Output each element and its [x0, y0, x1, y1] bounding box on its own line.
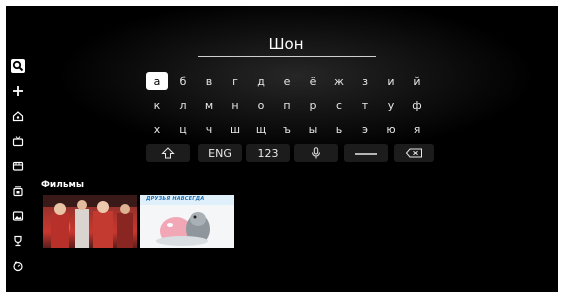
voice-key[interactable]: [294, 144, 338, 162]
shift-icon: [161, 147, 175, 159]
movie-poster-1[interactable]: [43, 195, 137, 248]
section-title-movies: Фильмы: [41, 180, 85, 190]
movie-poster-2[interactable]: ДРУЗЬЯ НАВСЕГДА: [140, 195, 234, 248]
key[interactable]: ю: [380, 120, 402, 138]
collections-icon[interactable]: [11, 184, 25, 198]
key[interactable]: н: [224, 96, 246, 114]
sidebar: [6, 6, 36, 292]
movie-poster-image: [43, 195, 137, 248]
key[interactable]: ь: [328, 120, 350, 138]
search-underline: [198, 56, 376, 57]
key[interactable]: э: [354, 120, 376, 138]
space-key[interactable]: [344, 144, 388, 162]
key[interactable]: л: [172, 96, 194, 114]
key[interactable]: р: [302, 96, 324, 114]
tv-icon[interactable]: [11, 134, 25, 148]
backspace-key[interactable]: [394, 144, 434, 162]
key[interactable]: ч: [198, 120, 220, 138]
key[interactable]: ф: [406, 96, 428, 114]
key[interactable]: ц: [172, 120, 194, 138]
language-key[interactable]: ENG: [198, 144, 242, 162]
key[interactable]: т: [354, 96, 376, 114]
key[interactable]: д: [250, 72, 272, 90]
trophy-icon[interactable]: [11, 234, 25, 248]
key[interactable]: о: [250, 96, 272, 114]
key[interactable]: с: [328, 96, 350, 114]
picture-icon[interactable]: [11, 209, 25, 223]
numbers-key[interactable]: 123: [246, 144, 290, 162]
key[interactable]: п: [276, 96, 298, 114]
search-icon[interactable]: [11, 59, 25, 73]
poster-caption: ДРУЗЬЯ НАВСЕГДА: [146, 196, 205, 202]
key[interactable]: з: [354, 72, 376, 90]
key[interactable]: г: [224, 72, 246, 90]
key[interactable]: ы: [302, 120, 324, 138]
key[interactable]: у: [380, 96, 402, 114]
key[interactable]: е: [276, 72, 298, 90]
search-query[interactable]: Шон: [196, 34, 376, 54]
key[interactable]: а: [146, 72, 168, 90]
key[interactable]: х: [146, 120, 168, 138]
space-icon: [355, 153, 377, 155]
clock-icon[interactable]: [11, 259, 25, 273]
key[interactable]: ж: [328, 72, 350, 90]
key[interactable]: и: [380, 72, 402, 90]
key[interactable]: я: [406, 120, 428, 138]
backspace-icon: [405, 148, 422, 158]
key[interactable]: щ: [250, 120, 272, 138]
tv-screen: Шон а б в г д е ё ж з и й к л м н о п р …: [6, 6, 558, 292]
key[interactable]: в: [198, 72, 220, 90]
key[interactable]: ш: [224, 120, 246, 138]
plus-icon[interactable]: [11, 84, 25, 98]
home-icon[interactable]: [11, 109, 25, 123]
microphone-icon: [312, 147, 320, 159]
shift-key[interactable]: [146, 144, 190, 162]
key[interactable]: к: [146, 96, 168, 114]
movie-poster-image: [140, 195, 234, 248]
key[interactable]: ъ: [276, 120, 298, 138]
key[interactable]: ё: [302, 72, 324, 90]
key[interactable]: б: [172, 72, 194, 90]
key[interactable]: м: [198, 96, 220, 114]
key[interactable]: й: [406, 72, 428, 90]
film-icon[interactable]: [11, 159, 25, 173]
